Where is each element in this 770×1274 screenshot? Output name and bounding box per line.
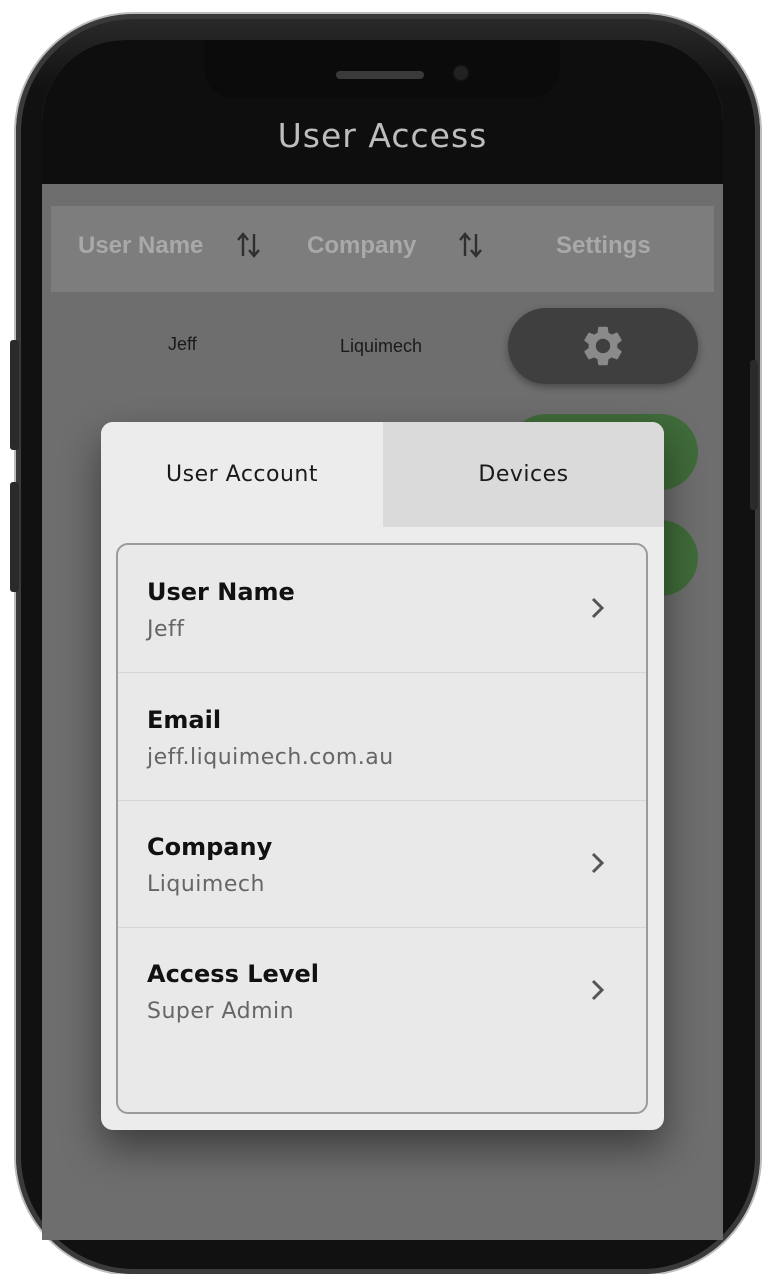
field-value: Liquimech xyxy=(147,872,265,897)
sort-arrows-icon[interactable] xyxy=(457,230,485,260)
field-value: Jeff xyxy=(147,617,185,642)
field-access-level[interactable]: Access Level Super Admin xyxy=(118,927,646,1054)
column-header-user-name[interactable]: User Name xyxy=(78,232,203,260)
tab-label: User Account xyxy=(166,462,318,487)
volume-up-button xyxy=(10,340,19,450)
chevron-right-icon xyxy=(591,852,605,874)
power-button xyxy=(750,360,758,510)
settings-button[interactable] xyxy=(508,308,698,384)
row-user-name: Jeff xyxy=(168,334,197,354)
tab-user-account[interactable]: User Account xyxy=(101,422,383,527)
table-header: User Name Company Settings xyxy=(51,206,714,292)
field-label: Email xyxy=(147,706,222,734)
sort-arrows-icon[interactable] xyxy=(235,230,263,260)
field-email: Email jeff.liquimech.com.au xyxy=(118,673,646,801)
column-header-settings: Settings xyxy=(556,232,651,259)
field-value: Super Admin xyxy=(147,999,295,1024)
gear-icon xyxy=(584,326,622,366)
volume-down-button xyxy=(10,482,19,592)
field-label: User Name xyxy=(147,578,295,606)
field-value: jeff.liquimech.com.au xyxy=(147,745,394,770)
chevron-right-icon xyxy=(591,597,605,619)
field-company[interactable]: Company Liquimech xyxy=(118,800,646,928)
field-user-name[interactable]: User Name Jeff xyxy=(118,545,646,673)
tab-devices[interactable]: Devices xyxy=(383,422,664,527)
row-company: Liquimech xyxy=(340,336,423,356)
camera-icon xyxy=(454,66,468,80)
user-details-dialog: User Account Devices User Name Jeff Emai… xyxy=(101,422,664,1130)
user-details-card: User Name Jeff Email jeff.liquimech.com.… xyxy=(116,543,648,1114)
speaker-grille xyxy=(336,71,424,79)
page-title: User Access xyxy=(277,116,488,155)
column-header-company[interactable]: Company xyxy=(307,232,416,260)
field-label: Company xyxy=(147,833,273,861)
field-label: Access Level xyxy=(147,960,319,988)
tab-label: Devices xyxy=(478,462,569,487)
chevron-right-icon xyxy=(591,979,605,1001)
notch xyxy=(204,40,560,98)
